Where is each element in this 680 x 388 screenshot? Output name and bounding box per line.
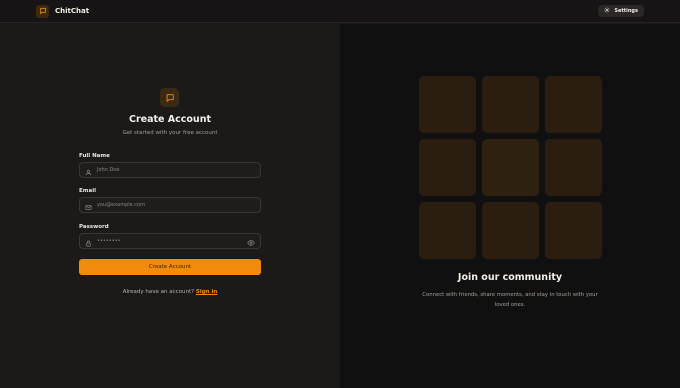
grid-tile — [545, 202, 602, 259]
full-name-placeholder: John Doe — [97, 167, 120, 173]
promo-panel: Join our community Connect with friends,… — [340, 24, 680, 388]
password-label: Password — [79, 224, 109, 230]
mail-icon — [85, 196, 92, 215]
form-subtitle: Get started with your free account — [122, 130, 218, 136]
full-name-label: Full Name — [79, 153, 110, 159]
chat-bubble-icon — [36, 4, 49, 18]
chat-bubble-icon — [160, 88, 179, 107]
grid-tile — [482, 76, 539, 133]
password-field[interactable]: •••••••• — [79, 233, 261, 249]
settings-label: Settings — [614, 8, 638, 14]
signin-prompt: Already have an account? — [122, 289, 195, 295]
grid-tile — [419, 76, 476, 133]
gear-icon — [604, 7, 610, 15]
image-grid — [419, 76, 602, 259]
email-placeholder: you@example.com — [97, 202, 145, 208]
settings-button[interactable]: Settings — [598, 5, 644, 17]
password-placeholder: •••••••• — [97, 238, 121, 244]
signin-link[interactable]: Sign in — [196, 289, 217, 295]
lock-icon — [85, 232, 92, 251]
community-title: Join our community — [457, 272, 563, 283]
grid-tile — [545, 76, 602, 133]
grid-tile — [419, 139, 476, 196]
full-name-field[interactable]: John Doe — [79, 162, 261, 178]
grid-tile — [419, 202, 476, 259]
signin-row: Already have an account? Sign in — [0, 289, 340, 295]
top-bar: ChitChat Settings — [0, 0, 680, 23]
grid-tile — [482, 202, 539, 259]
grid-tile — [482, 139, 539, 196]
community-description: Connect with friends, share moments, and… — [422, 292, 598, 308]
eye-icon[interactable] — [247, 232, 255, 251]
form-title: Create Account — [128, 114, 211, 125]
user-icon — [85, 161, 92, 180]
email-label: Email — [79, 188, 96, 194]
brand-name: ChitChat — [55, 7, 90, 15]
email-field[interactable]: you@example.com — [79, 197, 261, 213]
grid-tile — [545, 139, 602, 196]
create-account-button[interactable]: Create Account — [79, 259, 261, 275]
brand[interactable]: ChitChat — [36, 4, 90, 18]
signup-panel: Create Account Get started with your fre… — [0, 24, 340, 388]
